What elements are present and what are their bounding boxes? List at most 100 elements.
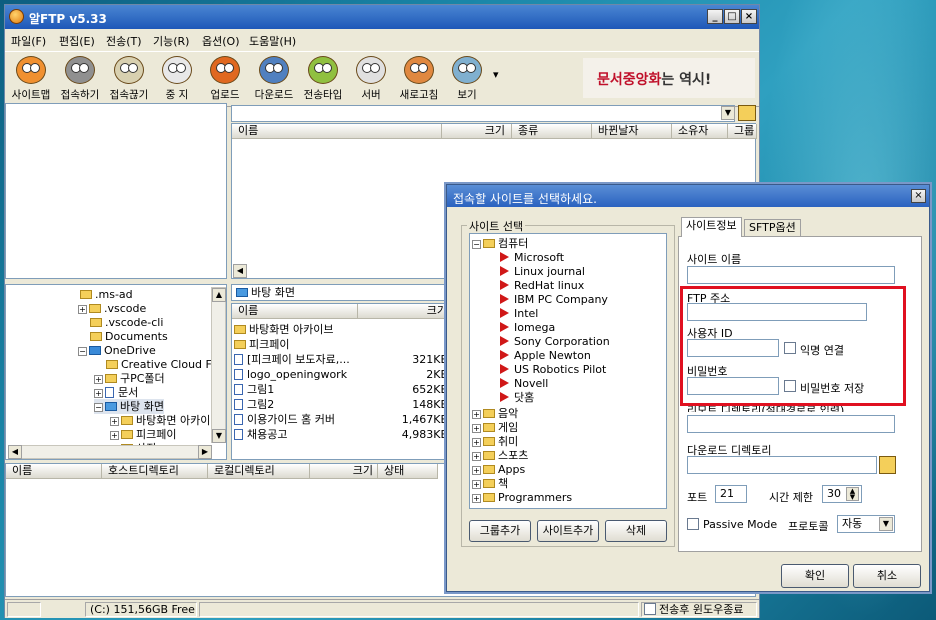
menu-file[interactable]: 파일(F) — [11, 33, 46, 49]
expand-icon[interactable]: + — [472, 494, 481, 503]
remote-site-tree[interactable] — [5, 103, 227, 279]
ad-banner[interactable]: 문서중앙화는 역시! — [583, 58, 755, 98]
delete-site-button[interactable]: 삭제 — [605, 520, 667, 542]
remote-col-type[interactable]: 종류 — [512, 124, 592, 139]
queue-col-host-dir[interactable]: 호스트디렉토리 — [102, 464, 208, 479]
close-button[interactable]: × — [741, 9, 757, 24]
parent-folder-icon[interactable] — [738, 105, 756, 121]
expand-icon[interactable]: + — [472, 452, 481, 461]
local-col-name[interactable]: 이름 — [232, 304, 358, 319]
site-group[interactable]: + Apps — [472, 462, 525, 477]
tree-item[interactable]: + 피크페이 — [110, 427, 176, 442]
download-button[interactable]: 다운로드 — [250, 54, 298, 104]
file-row[interactable]: 이용가이드 홈 커버 1,467KB — [234, 412, 450, 427]
expand-icon[interactable]: + — [94, 389, 103, 398]
dialog-close-button[interactable]: × — [911, 189, 926, 203]
site-group[interactable]: + 스포츠 — [472, 448, 528, 463]
disconnect-button[interactable]: 접속끊기 — [105, 54, 153, 104]
menu-function[interactable]: 기능(R) — [153, 33, 189, 49]
remote-path-dropdown-icon[interactable]: ▼ — [721, 106, 735, 120]
queue-col-size[interactable]: 크기 — [310, 464, 378, 479]
remote-dir-input[interactable] — [687, 415, 895, 433]
tree-item[interactable]: Creative Cloud Fi — [106, 357, 214, 372]
expand-icon[interactable]: + — [472, 410, 481, 419]
collapse-icon[interactable]: − — [94, 403, 103, 412]
remote-path-combo[interactable] — [231, 105, 735, 122]
port-input[interactable]: 21 — [715, 485, 747, 503]
add-group-button[interactable]: 그룹추가 — [469, 520, 531, 542]
site-item[interactable]: US Robotics Pilot — [500, 362, 606, 377]
site-item[interactable]: Sony Corporation — [500, 334, 610, 349]
tree-item[interactable]: Documents — [90, 329, 168, 344]
file-row[interactable]: logo_openingwork 2KB — [234, 367, 450, 382]
site-tree[interactable]: − 컴퓨터 Microsoft Linux journal RedHat linu… — [469, 233, 667, 509]
expand-icon[interactable]: + — [472, 466, 481, 475]
expand-icon[interactable]: + — [110, 431, 119, 440]
tree-item-selected[interactable]: − 바탕 화면 — [94, 399, 164, 414]
site-item[interactable]: 닷홈 — [500, 390, 534, 405]
site-item[interactable]: Apple Newton — [500, 348, 591, 363]
view-button[interactable]: 보기 — [443, 54, 491, 104]
file-row[interactable]: 바탕화면 아카이브 — [234, 322, 450, 337]
tree-item[interactable]: + 구PC폴더 — [94, 371, 165, 386]
upload-button[interactable]: 업로드 — [201, 54, 249, 104]
stop-button[interactable]: 중 지 — [153, 54, 201, 104]
local-folder-tree[interactable]: .ms-ad + .vscode .vscode-cli Documents − O… — [5, 284, 227, 460]
browse-folder-icon[interactable] — [879, 456, 896, 474]
scroll-right-icon[interactable]: ▶ — [198, 445, 212, 459]
download-dir-input[interactable] — [687, 456, 877, 474]
cancel-button[interactable]: 취소 — [853, 564, 921, 588]
sitemap-button[interactable]: 사이트맵 — [7, 54, 55, 104]
tab-sftp-options[interactable]: SFTP옵션 — [744, 219, 801, 237]
minimize-button[interactable]: _ — [707, 9, 723, 24]
site-item[interactable]: RedHat linux — [500, 278, 584, 293]
site-group[interactable]: + Programmers — [472, 490, 572, 505]
tab-site-info[interactable]: 사이트정보 — [681, 217, 742, 237]
add-site-button[interactable]: 사이트추가 — [537, 520, 599, 542]
expand-icon[interactable]: + — [110, 417, 119, 426]
scroll-down-icon[interactable]: ▼ — [212, 429, 226, 443]
scroll-up-icon[interactable]: ▲ — [212, 288, 226, 302]
toolbar-more-icon[interactable]: ▾ — [493, 68, 499, 81]
queue-col-local-dir[interactable]: 로컬디렉토리 — [208, 464, 310, 479]
site-item[interactable]: Microsoft — [500, 250, 564, 265]
tree-item[interactable]: + .vscode — [78, 301, 146, 316]
tree-item[interactable]: + 바탕화면 아카이 — [110, 413, 210, 428]
site-group[interactable]: + 음악 — [472, 406, 518, 421]
scroll-left-icon[interactable]: ◀ — [8, 445, 22, 459]
local-file-list[interactable]: 이름 크기 바탕화면 아카이브 피크페이 [피크페이 보도자료,... 321KB… — [231, 303, 452, 460]
connect-button[interactable]: 접속하기 — [56, 54, 104, 104]
shutdown-checkbox[interactable] — [644, 603, 656, 615]
local-col-size[interactable]: 크기 — [358, 304, 452, 319]
refresh-button[interactable]: 새로고침 — [395, 54, 443, 104]
protocol-dropdown-icon[interactable]: ▼ — [879, 517, 893, 531]
menu-help[interactable]: 도움말(H) — [249, 33, 296, 49]
file-row[interactable]: 그림2 148KB — [234, 397, 450, 412]
site-group[interactable]: + 게임 — [472, 420, 518, 435]
ok-button[interactable]: 확인 — [781, 564, 849, 588]
file-row[interactable]: [피크페이 보도자료,... 321KB — [234, 352, 450, 367]
site-item[interactable]: Iomega — [500, 320, 555, 335]
remote-col-group[interactable]: 그룹 — [728, 124, 757, 139]
local-tree-vscroll[interactable] — [211, 287, 226, 443]
tree-item[interactable]: .ms-ad — [80, 287, 133, 302]
remote-col-modified[interactable]: 바뀐날자 — [592, 124, 672, 139]
remote-col-owner[interactable]: 소유자 — [672, 124, 728, 139]
site-item[interactable]: Novell — [500, 376, 548, 391]
expand-icon[interactable]: + — [472, 480, 481, 489]
remote-col-size[interactable]: 크기 — [442, 124, 512, 139]
site-item[interactable]: IBM PC Company — [500, 292, 608, 307]
remote-hscroll-left-icon[interactable]: ◀ — [233, 264, 247, 278]
expand-icon[interactable]: + — [472, 424, 481, 433]
maximize-button[interactable]: □ — [724, 9, 740, 24]
menu-edit[interactable]: 편집(E) — [59, 33, 95, 49]
site-group-computer[interactable]: − 컴퓨터 — [472, 236, 528, 251]
site-group[interactable]: + 취미 — [472, 434, 518, 449]
expand-icon[interactable]: + — [94, 375, 103, 384]
site-item[interactable]: Intel — [500, 306, 538, 321]
queue-col-name[interactable]: 이름 — [6, 464, 102, 479]
menu-options[interactable]: 옵션(O) — [202, 33, 239, 49]
server-button[interactable]: 서버 — [347, 54, 395, 104]
site-name-input[interactable] — [687, 266, 895, 284]
collapse-icon[interactable]: − — [472, 240, 481, 249]
